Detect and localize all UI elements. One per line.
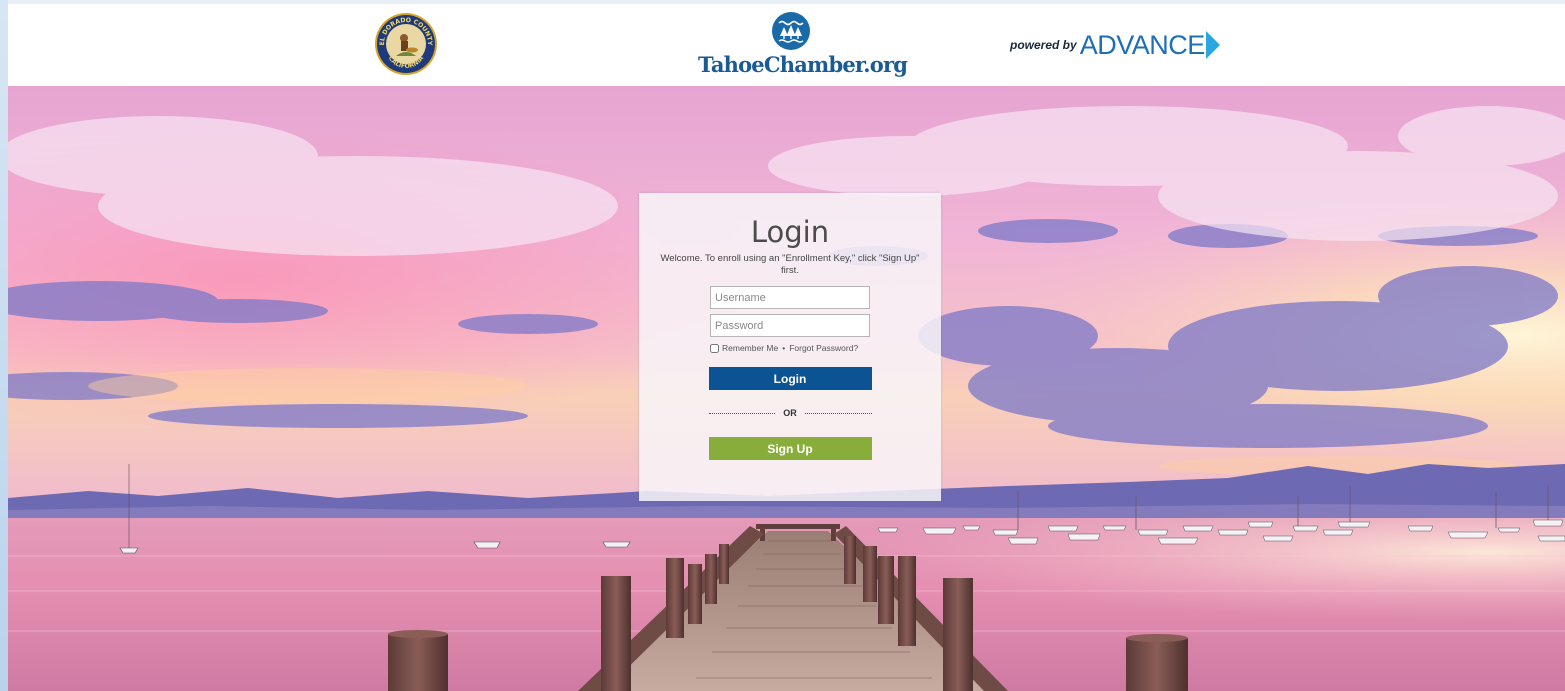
- county-seal-icon: EL DORADO COUNTY CALIFORNIA: [374, 12, 438, 76]
- login-button[interactable]: Login: [708, 367, 872, 390]
- chamber-logo-text: TahoeChamber.org: [698, 52, 908, 77]
- powered-by-advance-logo: powered by ADVANCE: [1010, 28, 1220, 62]
- powered-by-label: powered by: [1010, 38, 1077, 52]
- username-input[interactable]: [710, 286, 870, 309]
- remember-me-label[interactable]: Remember Me: [722, 343, 778, 353]
- advance-arrow-icon: [1205, 31, 1220, 59]
- advance-wordmark: ADVANCE: [1079, 30, 1206, 60]
- or-label: OR: [783, 408, 797, 418]
- or-divider-line-left: [708, 412, 776, 414]
- login-title: Login: [750, 215, 830, 249]
- sign-up-button[interactable]: Sign Up: [708, 437, 872, 460]
- header: EL DORADO COUNTY CALIFORNIA TahoeChamber…: [8, 4, 1565, 86]
- remember-me-checkbox[interactable]: [710, 343, 719, 353]
- or-divider-line-right: [804, 412, 872, 414]
- chamber-trees-water-icon: [772, 12, 810, 50]
- login-card: Login Welcome. To enroll using an "Enrol…: [639, 193, 941, 501]
- tahoe-chamber-logo[interactable]: TahoeChamber.org: [698, 11, 908, 81]
- or-divider: OR: [708, 408, 872, 418]
- remember-forgot-row: Remember Me • Forgot Password?: [710, 343, 870, 353]
- window-left-border: [0, 0, 8, 691]
- forgot-password-link[interactable]: Forgot Password?: [789, 343, 858, 353]
- separator-dot: •: [782, 343, 786, 353]
- welcome-message: Welcome. To enroll using an "Enrollment …: [660, 253, 920, 276]
- password-input[interactable]: [710, 314, 870, 337]
- page: EL DORADO COUNTY CALIFORNIA TahoeChamber…: [8, 4, 1565, 691]
